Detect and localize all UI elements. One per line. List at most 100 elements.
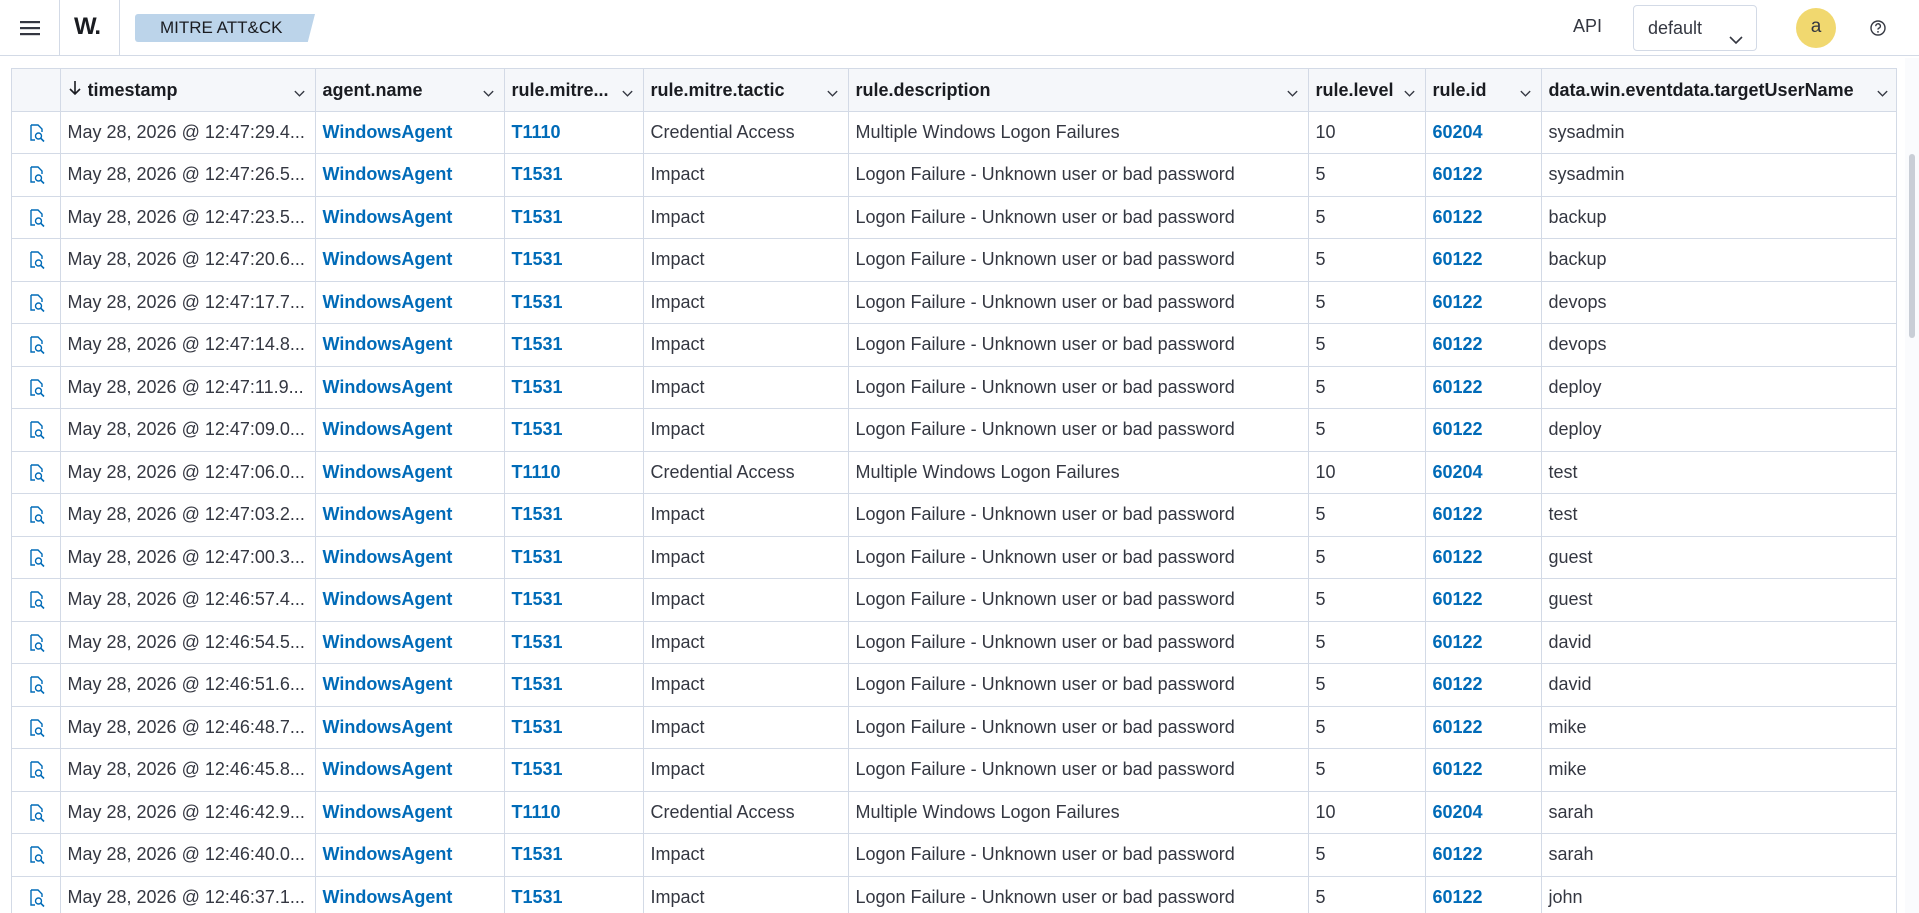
cell-mitre_id[interactable]: T1531 xyxy=(504,493,644,537)
api-link[interactable]: API xyxy=(1573,16,1602,37)
cell-mitre_id[interactable]: T1110 xyxy=(504,451,644,494)
chevron-down-icon[interactable] xyxy=(293,84,306,105)
inspect-document-icon[interactable] xyxy=(12,281,61,324)
inspect-document-icon[interactable] xyxy=(12,111,61,154)
inspect-document-icon[interactable] xyxy=(12,366,61,409)
cell-rule_id[interactable]: 60122 xyxy=(1425,706,1542,749)
cell-agent[interactable]: WindowsAgent xyxy=(315,621,505,664)
cell-rule_id[interactable]: 60122 xyxy=(1425,281,1542,324)
cell-mitre_id[interactable]: T1110 xyxy=(504,111,644,154)
inspect-document-icon[interactable] xyxy=(12,621,61,664)
inspect-document-icon[interactable] xyxy=(12,196,61,239)
user-avatar[interactable]: a xyxy=(1796,8,1836,48)
cell-agent[interactable]: WindowsAgent xyxy=(315,663,505,707)
cell-rule_id[interactable]: 60122 xyxy=(1425,621,1542,664)
cell-rule_id[interactable]: 60122 xyxy=(1425,748,1542,792)
cell-rule_id[interactable]: 60122 xyxy=(1425,196,1542,239)
cell-agent[interactable]: WindowsAgent xyxy=(315,706,505,749)
cell-rule_id[interactable]: 60204 xyxy=(1425,111,1542,154)
cell-rule_id[interactable]: 60122 xyxy=(1425,493,1542,537)
column-header-tactic[interactable]: rule.mitre.tactic xyxy=(643,69,849,112)
inspect-document-icon[interactable] xyxy=(12,578,61,622)
cell-agent[interactable]: WindowsAgent xyxy=(315,366,505,409)
inspect-document-icon[interactable] xyxy=(12,153,61,197)
cell-agent[interactable]: WindowsAgent xyxy=(315,536,505,579)
cell-mitre_id[interactable]: T1531 xyxy=(504,621,644,664)
inspect-document-icon[interactable] xyxy=(12,663,61,707)
scrollbar-thumb[interactable] xyxy=(1909,154,1915,338)
app-logo[interactable]: W. xyxy=(74,13,101,41)
cell-mitre_id[interactable]: T1531 xyxy=(504,876,644,913)
inspect-document-icon[interactable] xyxy=(12,833,61,877)
cell-agent[interactable]: WindowsAgent xyxy=(315,451,505,494)
column-header-description[interactable]: rule.description xyxy=(848,69,1309,112)
cell-rule_id[interactable]: 60122 xyxy=(1425,323,1542,367)
cell-mitre_id[interactable]: T1531 xyxy=(504,196,644,239)
inspect-document-icon[interactable] xyxy=(12,323,61,367)
chevron-down-icon[interactable] xyxy=(482,84,495,105)
cell-mitre_id[interactable]: T1531 xyxy=(504,323,644,367)
cell-rule_id[interactable]: 60122 xyxy=(1425,153,1542,197)
cell-rule_id[interactable]: 60204 xyxy=(1425,451,1542,494)
vertical-scrollbar[interactable] xyxy=(1905,58,1919,913)
inspect-document-icon[interactable] xyxy=(12,748,61,792)
inspect-document-icon[interactable] xyxy=(12,876,61,913)
cell-agent[interactable]: WindowsAgent xyxy=(315,748,505,792)
inspect-document-icon[interactable] xyxy=(12,791,61,834)
column-header-mitre_id[interactable]: rule.mitre... xyxy=(504,69,644,112)
cell-agent[interactable]: WindowsAgent xyxy=(315,281,505,324)
cell-rule_id[interactable]: 60122 xyxy=(1425,408,1542,452)
chevron-down-icon[interactable] xyxy=(826,84,839,105)
cell-agent[interactable]: WindowsAgent xyxy=(315,238,505,282)
cell-rule_id[interactable]: 60122 xyxy=(1425,366,1542,409)
cell-mitre_id[interactable]: T1110 xyxy=(504,791,644,834)
inspect-document-icon[interactable] xyxy=(12,706,61,749)
breadcrumb[interactable]: MITRE ATT&CK xyxy=(135,14,315,42)
cell-rule_id[interactable]: 60122 xyxy=(1425,876,1542,913)
cell-rule_id[interactable]: 60122 xyxy=(1425,833,1542,877)
cell-rule_id[interactable]: 60122 xyxy=(1425,578,1542,622)
cell-rule_id[interactable]: 60122 xyxy=(1425,536,1542,579)
cell-mitre_id[interactable]: T1531 xyxy=(504,536,644,579)
chevron-down-icon[interactable] xyxy=(621,84,634,105)
cell-rule_id[interactable]: 60122 xyxy=(1425,663,1542,707)
column-header-timestamp[interactable]: timestamp xyxy=(60,69,316,112)
cell-mitre_id[interactable]: T1531 xyxy=(504,706,644,749)
chevron-down-icon[interactable] xyxy=(1876,84,1889,105)
inspect-document-icon[interactable] xyxy=(12,536,61,579)
cell-agent[interactable]: WindowsAgent xyxy=(315,791,505,834)
inspect-document-icon[interactable] xyxy=(12,408,61,452)
column-header-user[interactable]: data.win.eventdata.targetUserName xyxy=(1541,69,1896,112)
cell-mitre_id[interactable]: T1531 xyxy=(504,833,644,877)
cell-mitre_id[interactable]: T1531 xyxy=(504,578,644,622)
column-header-agent[interactable]: agent.name xyxy=(315,69,505,112)
cell-mitre_id[interactable]: T1531 xyxy=(504,748,644,792)
cell-agent[interactable]: WindowsAgent xyxy=(315,323,505,367)
cell-rule_id[interactable]: 60122 xyxy=(1425,238,1542,282)
inspect-document-icon[interactable] xyxy=(12,451,61,494)
cell-mitre_id[interactable]: T1531 xyxy=(504,153,644,197)
cell-agent[interactable]: WindowsAgent xyxy=(315,153,505,197)
space-select[interactable]: default xyxy=(1633,5,1757,51)
cell-agent[interactable]: WindowsAgent xyxy=(315,833,505,877)
cell-mitre_id[interactable]: T1531 xyxy=(504,663,644,707)
cell-agent[interactable]: WindowsAgent xyxy=(315,111,505,154)
hamburger-menu-icon[interactable] xyxy=(18,16,42,40)
cell-mitre_id[interactable]: T1531 xyxy=(504,238,644,282)
cell-agent[interactable]: WindowsAgent xyxy=(315,493,505,537)
cell-agent[interactable]: WindowsAgent xyxy=(315,408,505,452)
inspect-document-icon[interactable] xyxy=(12,493,61,537)
cell-agent[interactable]: WindowsAgent xyxy=(315,196,505,239)
column-header-level[interactable]: rule.level xyxy=(1308,69,1426,112)
cell-agent[interactable]: WindowsAgent xyxy=(315,876,505,913)
cell-mitre_id[interactable]: T1531 xyxy=(504,281,644,324)
cell-mitre_id[interactable]: T1531 xyxy=(504,408,644,452)
cell-agent[interactable]: WindowsAgent xyxy=(315,578,505,622)
chevron-down-icon[interactable] xyxy=(1519,84,1532,105)
cell-rule_id[interactable]: 60204 xyxy=(1425,791,1542,834)
cell-mitre_id[interactable]: T1531 xyxy=(504,366,644,409)
inspect-document-icon[interactable] xyxy=(12,238,61,282)
chevron-down-icon[interactable] xyxy=(1403,84,1416,105)
chevron-down-icon[interactable] xyxy=(1286,84,1299,105)
help-icon[interactable] xyxy=(1869,19,1887,37)
